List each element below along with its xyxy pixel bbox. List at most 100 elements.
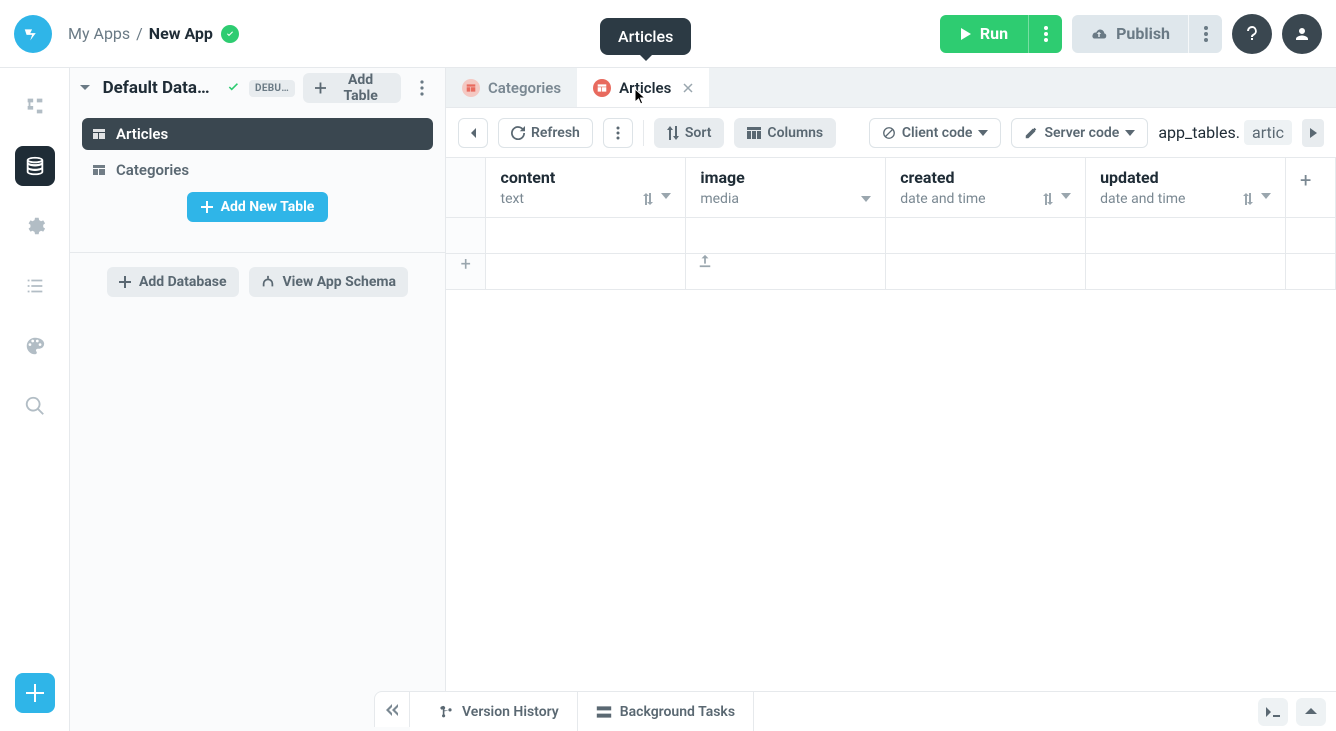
help-button[interactable] (1232, 14, 1272, 54)
column-menu-button[interactable] (861, 196, 871, 202)
chevron-down-icon (1261, 193, 1271, 199)
client-code-button[interactable]: Client code (869, 118, 1002, 148)
tab-label: Articles (619, 79, 671, 97)
column-name: content (500, 168, 671, 187)
code-scroll-right-button[interactable] (1302, 119, 1324, 147)
column-type: media (700, 191, 739, 207)
toolbar-separator (643, 120, 644, 146)
publish-more-button[interactable] (1188, 15, 1222, 53)
sidebar-divider (70, 252, 445, 253)
code-path[interactable]: app_tables. artic (1158, 120, 1292, 145)
rail-search[interactable] (15, 386, 55, 426)
add-column-button[interactable]: + (1285, 158, 1335, 218)
expand-up-button[interactable] (1296, 698, 1326, 726)
cloud-upload-icon (1090, 27, 1108, 41)
more-vert-icon (1204, 26, 1208, 42)
table-item-categories[interactable]: Categories (82, 154, 433, 186)
sort-icon (667, 126, 679, 140)
columns-icon (747, 127, 761, 139)
palette-icon (24, 335, 46, 357)
collapse-db-icon[interactable] (78, 81, 95, 95)
database-title[interactable]: Default Databa… (103, 78, 219, 98)
refresh-button[interactable]: Refresh (498, 118, 593, 148)
column-sort-button[interactable] (1243, 193, 1253, 205)
run-more-button[interactable] (1028, 15, 1062, 53)
column-header-image[interactable]: image media (686, 158, 886, 218)
rail-app-browser[interactable] (15, 86, 55, 126)
column-name: image (700, 168, 871, 187)
collapse-bottom-button[interactable] (374, 691, 410, 727)
server-code-button[interactable]: Server code (1011, 118, 1148, 148)
columns-button[interactable]: Columns (734, 118, 836, 148)
chevron-down-icon (1061, 193, 1071, 199)
bottom-bar: Version History Background Tasks (410, 691, 1336, 731)
close-tab-button[interactable] (683, 83, 693, 93)
sort-icon (1243, 193, 1253, 205)
console-button[interactable] (1258, 698, 1288, 726)
breadcrumb-current[interactable]: New App (149, 24, 213, 43)
column-header-updated[interactable]: updated date and time (1086, 158, 1286, 218)
db-more-button[interactable] (409, 73, 435, 103)
debug-tag[interactable]: DEBU… (249, 80, 295, 97)
add-new-table-button[interactable]: Add New Table (187, 192, 329, 222)
column-menu-button[interactable] (661, 193, 671, 205)
column-header-content[interactable]: content text (486, 158, 686, 218)
chevron-up-icon (1305, 708, 1317, 716)
rail-add-button[interactable] (15, 673, 55, 713)
column-header-created[interactable]: created date and time (886, 158, 1086, 218)
tab-categories[interactable]: Categories (446, 68, 577, 107)
nav-rail (0, 68, 70, 731)
column-type: date and time (900, 191, 985, 207)
publish-button[interactable]: Publish (1072, 15, 1188, 53)
table-item-label: Categories (116, 161, 189, 179)
history-back-button[interactable] (458, 118, 488, 148)
gear-icon (24, 215, 46, 237)
version-history-tab[interactable]: Version History (420, 692, 578, 731)
code-token: artic (1244, 120, 1292, 145)
more-vert-icon (1044, 26, 1048, 42)
server-code-label: Server code (1044, 125, 1119, 141)
empty-cell-created[interactable] (886, 254, 1086, 290)
run-button[interactable]: Run (940, 15, 1028, 53)
column-menu-button[interactable] (1261, 193, 1271, 205)
table-item-articles[interactable]: Articles (82, 118, 433, 150)
sync-status-icon (221, 25, 239, 43)
upload-media-cell[interactable] (686, 254, 886, 290)
view-schema-button[interactable]: View App Schema (249, 267, 409, 297)
sort-button[interactable]: Sort (654, 118, 725, 148)
column-sort-button[interactable] (1043, 193, 1053, 205)
breadcrumb-parent[interactable]: My Apps (68, 24, 130, 43)
plus-icon (26, 684, 44, 702)
app-logo[interactable] (14, 15, 52, 53)
table-icon (462, 79, 480, 97)
add-table-button[interactable]: Add Table (303, 73, 401, 103)
toolbar-more-button[interactable] (603, 118, 633, 148)
add-new-table-label: Add New Table (221, 199, 315, 215)
empty-cell-updated[interactable] (1086, 254, 1286, 290)
play-icon (960, 27, 972, 41)
rail-list[interactable] (15, 266, 55, 306)
rail-database[interactable] (15, 146, 55, 186)
empty-cell-content[interactable] (486, 254, 686, 290)
add-table-label: Add Table (332, 72, 389, 104)
background-tasks-tab[interactable]: Background Tasks (578, 692, 754, 731)
tab-articles[interactable]: Articles (577, 68, 709, 107)
db-sync-icon (226, 80, 241, 96)
user-icon (1293, 25, 1311, 43)
table-toolbar: Refresh Sort Columns Client code (446, 108, 1336, 158)
column-menu-button[interactable] (1061, 193, 1071, 205)
refresh-icon (511, 126, 525, 140)
database-header: Default Databa… DEBU… Add Table (70, 68, 445, 108)
rail-theme[interactable] (15, 326, 55, 366)
tooltip-text: Articles (618, 27, 673, 46)
schema-icon (261, 275, 275, 289)
add-database-button[interactable]: Add Database (107, 267, 239, 297)
account-button[interactable] (1282, 14, 1322, 54)
table-item-label: Articles (116, 125, 168, 143)
add-row-button[interactable]: + (446, 254, 486, 290)
rail-settings[interactable] (15, 206, 55, 246)
list-icon (24, 275, 46, 297)
background-tasks-label: Background Tasks (620, 704, 735, 720)
database-icon (24, 155, 46, 177)
column-sort-button[interactable] (643, 193, 653, 205)
